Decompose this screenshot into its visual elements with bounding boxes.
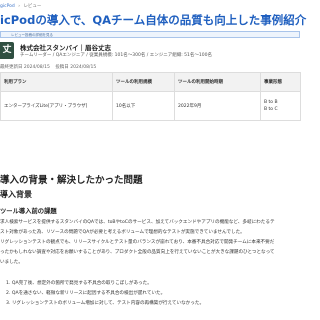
page-title: icPodの導入で、QAチーム自体の品質も向上した事例紹介 — [0, 13, 307, 27]
last-updated-date: 最終更新日 2024/08/15 — [0, 65, 50, 70]
paragraph-line: 求人検索サービスを提供するスタンバイのQAでは、toBやtoCのサービス、加えて… — [0, 220, 275, 225]
breadcrumb-item-product[interactable]: gicPod — [0, 4, 15, 9]
review-detail-notice[interactable]: レビュー投稿の詳細を見る — [0, 31, 300, 38]
usage-table: 利用プラン ツールの利用規模 ツールの利用開始時期 事業形態 エンタープライズL… — [0, 72, 301, 121]
breadcrumb-item-review: レビュー — [23, 4, 42, 9]
reviewer-company-name[interactable]: 株式会社スタンバイ｜眉谷丈志 — [20, 42, 111, 52]
cell-scale: 10名以下 — [112, 91, 175, 121]
sub-subsection-heading: ツール導入前の課題 — [0, 208, 57, 215]
list-item: 3. リグレッションテストのボリューム増加に対して、テスト内容の再構築が行えてい… — [6, 301, 205, 306]
subsection-heading: 導入背景 — [0, 190, 32, 199]
body-paragraph: 求人検索サービスを提供するスタンバイのQAでは、toBやtoCのサービス、加えて… — [0, 218, 320, 268]
cell-plan: エンタープライズLite[アプリ・ブラウザ] — [0, 91, 113, 121]
business-line-btob: B to B — [264, 100, 278, 105]
review-dates: 最終更新日 2024/08/15 投稿日 2024/08/15 — [0, 64, 100, 70]
column-header-scale: ツールの利用規模 — [112, 72, 175, 92]
breadcrumb-separator: › — [18, 4, 20, 9]
issue-list: 1. QA完了後、想定外の箇所で発見する不具合の取りこぼしがあった。 2. QA… — [6, 279, 316, 309]
business-line-btoc: B to C — [264, 107, 278, 112]
paragraph-line: スト対象があった為、リソースの問題でQAが必要と考えるボリュームで理想的なテスト… — [0, 230, 245, 235]
usage-table-header-row: 利用プラン ツールの利用規模 ツールの利用開始時期 事業形態 — [0, 72, 301, 92]
paragraph-line: ったかもしれない調査や対応をお願いすることがあり、プロダクト全般の品質向上を行え… — [0, 250, 275, 255]
column-header-start: ツールの利用開始時期 — [174, 72, 261, 92]
list-item: 2. QAを通さない、軽微な新リリースに起因する不具合の検出が遅れていた。 — [6, 291, 166, 296]
posted-date: 投稿日 2024/08/15 — [55, 65, 97, 70]
breadcrumb: gicPod › レビュー — [0, 2, 320, 11]
reviewer-role: チームリーダー / QAエンジニア / 従業員規模: 101名〜300名 / エ… — [20, 53, 212, 58]
section-heading: 導入の背景・解決したかった問題 — [0, 175, 143, 186]
paragraph-line: リグレッションテストの観点でも、リリースサイクルとテスト量のバランスが崩れており… — [0, 240, 275, 245]
cell-start: 2022年9月 — [174, 91, 261, 121]
column-header-business: 事業形態 — [260, 72, 301, 92]
paragraph-line: いました。 — [0, 260, 23, 265]
avatar: 丈志 — [0, 42, 14, 72]
table-row: エンタープライズLite[アプリ・ブラウザ] 10名以下 2022年9月 B t… — [0, 91, 301, 121]
cell-business: B to B B to C — [260, 91, 301, 121]
list-item: 1. QA完了後、想定外の箇所で発見する不具合の取りこぼしがあった。 — [6, 281, 152, 286]
column-header-plan: 利用プラン — [0, 72, 113, 92]
